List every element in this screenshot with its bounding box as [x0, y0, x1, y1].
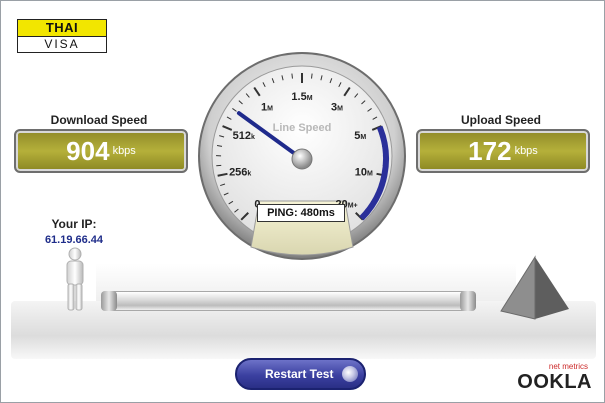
logo-bottom-text: VISA	[18, 37, 106, 52]
ip-address: 61.19.66.44	[44, 234, 104, 246]
line-speed-gauge: 0256k512k1M1.5M3M5M10M20M+ Line Speed	[198, 52, 406, 260]
thaivisa-logo: THAI VISA	[17, 19, 107, 53]
upload-speed-title: Upload Speed	[460, 113, 541, 127]
download-speed-readout: 904 kbps	[14, 129, 188, 173]
tube-cap-left	[101, 291, 117, 311]
logo-top-text: THAI	[18, 20, 106, 37]
user-figure-icon	[66, 247, 84, 311]
download-speed-value: 904	[66, 136, 110, 166]
download-speed-title: Download Speed	[50, 113, 148, 127]
connection-tube	[101, 291, 476, 311]
gauge-minor-tick	[291, 73, 293, 79]
tube-cap-right	[460, 291, 476, 311]
gauge-hub	[291, 148, 313, 170]
download-speed-unit: kbps	[112, 145, 136, 157]
speedtest-panel: THAI VISA Download Speed 904 kbps Upload …	[0, 0, 605, 403]
ookla-logo: net metrics OOKLA	[517, 362, 598, 400]
upload-speed-readout: 172 kbps	[416, 129, 590, 173]
restart-test-button[interactable]: Restart Test	[235, 358, 366, 390]
restart-test-label: Restart Test	[265, 367, 334, 381]
ping-readout: PING: 480ms	[257, 204, 345, 222]
upload-speed-unit: kbps	[514, 145, 538, 157]
ookla-wordmark: OOKLA	[517, 371, 592, 393]
gauge-label: Line Speed	[273, 122, 332, 134]
restart-knob-icon	[342, 366, 358, 382]
server-pyramid-icon	[500, 255, 569, 320]
ookla-tagline: net metrics	[548, 362, 588, 371]
ip-label: Your IP:	[51, 217, 97, 231]
gauge-minor-tick	[311, 73, 313, 79]
upload-speed-value: 172	[468, 136, 512, 166]
